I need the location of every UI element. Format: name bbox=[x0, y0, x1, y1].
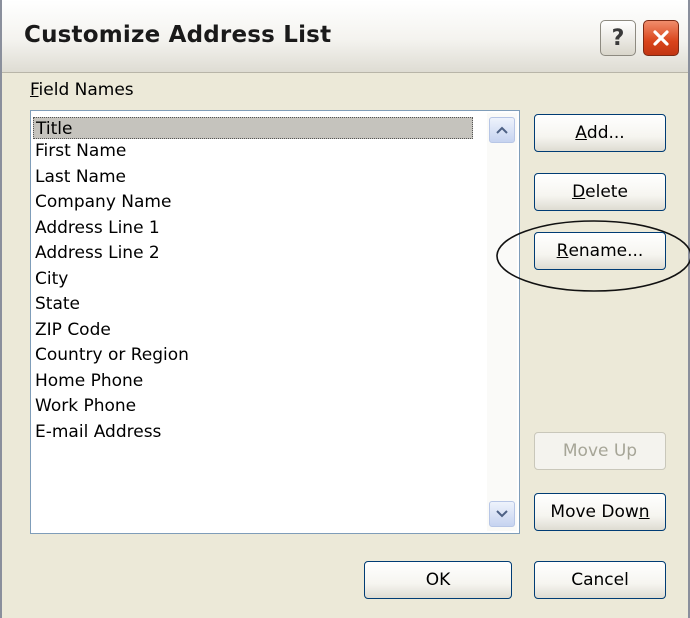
delete-button[interactable]: Delete bbox=[534, 173, 666, 211]
move-up-button[interactable]: Move Up bbox=[534, 432, 666, 470]
list-item[interactable]: First Name bbox=[33, 139, 478, 165]
list-item[interactable]: E-mail Address bbox=[33, 420, 478, 446]
list-item[interactable]: Address Line 1 bbox=[33, 216, 478, 242]
list-item[interactable]: Work Phone bbox=[33, 394, 478, 420]
dialog-title: Customize Address List bbox=[24, 22, 332, 48]
list-item[interactable]: City bbox=[33, 267, 478, 293]
chevron-down-icon bbox=[496, 510, 508, 518]
list-item[interactable]: Home Phone bbox=[33, 369, 478, 395]
close-button[interactable] bbox=[643, 20, 679, 56]
title-bar[interactable]: Customize Address List ? bbox=[2, 0, 688, 73]
move-down-button[interactable]: Move Dow n bbox=[534, 493, 666, 531]
field-names-listbox[interactable]: Title First Name Last Name Company Name … bbox=[30, 110, 520, 534]
field-names-list[interactable]: Title First Name Last Name Company Name … bbox=[33, 117, 478, 445]
customize-address-list-dialog: Customize Address List ? Field Names Tit… bbox=[0, 0, 690, 618]
list-item[interactable]: Title bbox=[33, 117, 473, 139]
ok-button[interactable]: OK bbox=[364, 561, 512, 599]
help-icon: ? bbox=[611, 25, 625, 51]
list-item[interactable]: Address Line 2 bbox=[33, 241, 478, 267]
rename-button[interactable]: Rename... bbox=[534, 232, 666, 270]
help-button[interactable]: ? bbox=[600, 20, 636, 56]
list-item[interactable]: Last Name bbox=[33, 165, 478, 191]
chevron-up-icon bbox=[496, 126, 508, 134]
cancel-button[interactable]: Cancel bbox=[534, 561, 666, 599]
close-icon bbox=[653, 30, 669, 46]
list-item[interactable]: ZIP Code bbox=[33, 318, 478, 344]
list-item[interactable]: Company Name bbox=[33, 190, 478, 216]
scroll-up-button[interactable] bbox=[489, 117, 515, 143]
vertical-scrollbar[interactable] bbox=[487, 113, 517, 531]
field-names-label: Field Names bbox=[30, 80, 134, 100]
list-item[interactable]: Country or Region bbox=[33, 343, 478, 369]
scroll-down-button[interactable] bbox=[489, 501, 515, 527]
list-item[interactable]: State bbox=[33, 292, 478, 318]
add-button[interactable]: Add... bbox=[534, 114, 666, 152]
